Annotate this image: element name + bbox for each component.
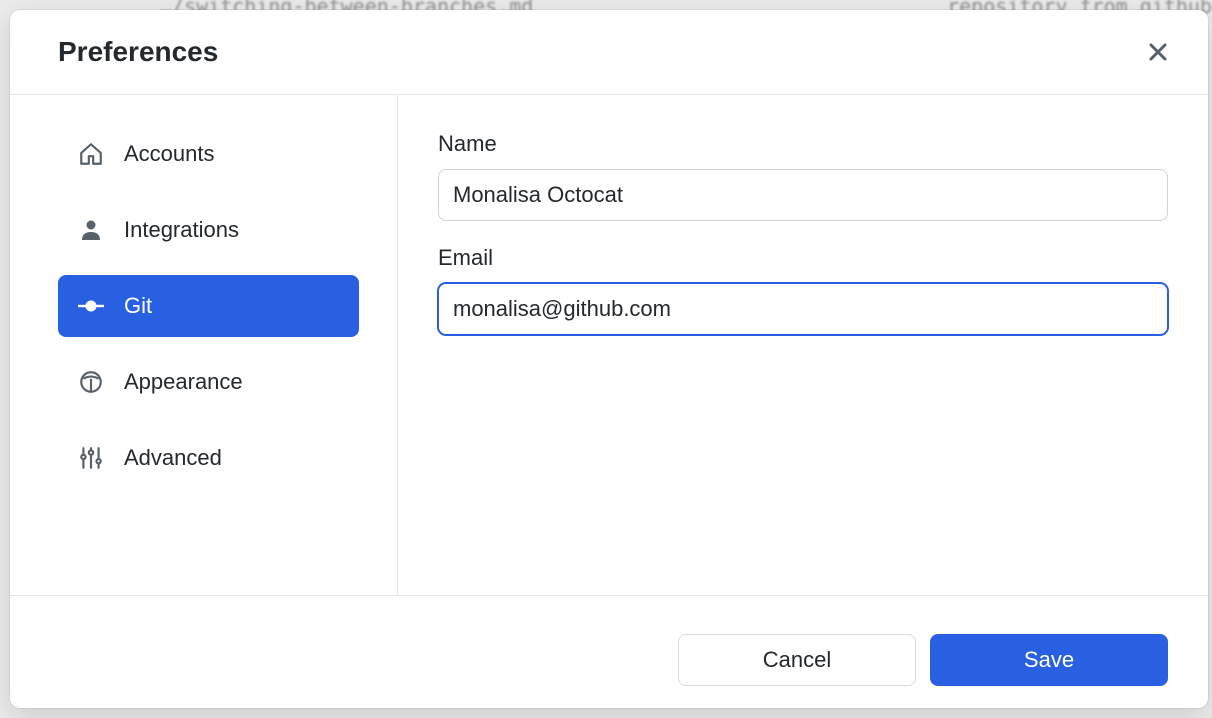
sidebar: Accounts Integrations	[10, 95, 398, 595]
sidebar-item-appearance[interactable]: Appearance	[58, 351, 359, 413]
email-input[interactable]	[438, 283, 1168, 335]
sidebar-item-git[interactable]: Git	[58, 275, 359, 337]
modal-footer: Cancel Save	[10, 596, 1208, 708]
content-panel: Name Email	[398, 95, 1208, 595]
close-button[interactable]	[1140, 38, 1176, 66]
sidebar-item-label: Appearance	[124, 369, 243, 395]
home-icon	[78, 141, 104, 167]
modal-body: Accounts Integrations	[10, 95, 1208, 596]
sidebar-item-label: Advanced	[124, 445, 222, 471]
name-field-group: Name	[438, 131, 1168, 221]
paint-bucket-icon	[78, 369, 104, 395]
email-field-group: Email	[438, 245, 1168, 335]
sidebar-item-label: Git	[124, 293, 152, 319]
sidebar-item-accounts[interactable]: Accounts	[58, 123, 359, 185]
cancel-button[interactable]: Cancel	[678, 634, 916, 686]
preferences-modal: Preferences Accounts	[10, 10, 1208, 708]
sidebar-item-integrations[interactable]: Integrations	[58, 199, 359, 261]
sidebar-item-label: Accounts	[124, 141, 215, 167]
sidebar-item-advanced[interactable]: Advanced	[58, 427, 359, 489]
person-icon	[78, 217, 104, 243]
email-label: Email	[438, 245, 1168, 271]
sliders-icon	[78, 445, 104, 471]
name-label: Name	[438, 131, 1168, 157]
close-icon	[1148, 42, 1168, 62]
modal-title: Preferences	[58, 36, 218, 68]
git-commit-icon	[78, 293, 104, 319]
sidebar-item-label: Integrations	[124, 217, 239, 243]
save-button[interactable]: Save	[930, 634, 1168, 686]
name-input[interactable]	[438, 169, 1168, 221]
modal-header: Preferences	[10, 10, 1208, 95]
